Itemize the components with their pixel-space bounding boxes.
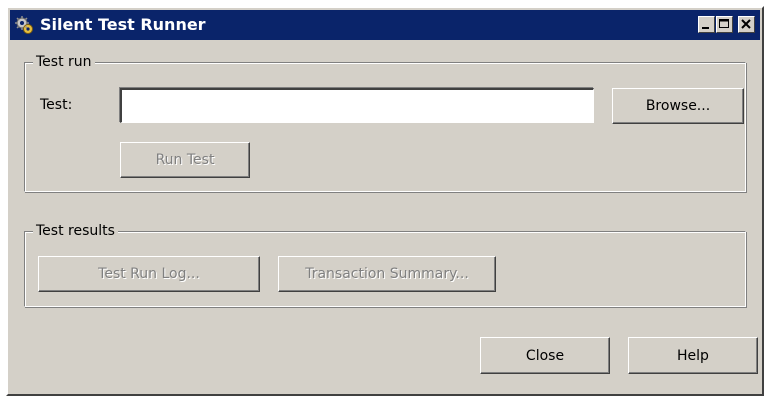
- close-window-button[interactable]: [738, 16, 755, 33]
- browse-button[interactable]: Browse...: [612, 88, 744, 124]
- test-run-group-label: Test run: [33, 54, 95, 70]
- maximize-icon: [719, 19, 729, 28]
- window-title: Silent Test Runner: [40, 15, 206, 34]
- close-icon: [741, 19, 751, 29]
- help-button[interactable]: Help: [628, 337, 758, 374]
- minimize-icon: [702, 27, 709, 29]
- test-results-group-label: Test results: [33, 223, 118, 239]
- test-field-label: Test:: [40, 97, 73, 113]
- gears-icon: [15, 15, 35, 35]
- run-test-button[interactable]: Run Test: [120, 142, 250, 178]
- maximize-button[interactable]: [716, 16, 733, 33]
- transaction-summary-button[interactable]: Transaction Summary...: [278, 256, 496, 292]
- minimize-button[interactable]: [698, 16, 715, 33]
- title-bar[interactable]: Silent Test Runner: [10, 10, 760, 40]
- close-button[interactable]: Close: [480, 337, 610, 374]
- test-path-input[interactable]: [120, 88, 594, 123]
- test-run-log-button[interactable]: Test Run Log...: [38, 256, 260, 292]
